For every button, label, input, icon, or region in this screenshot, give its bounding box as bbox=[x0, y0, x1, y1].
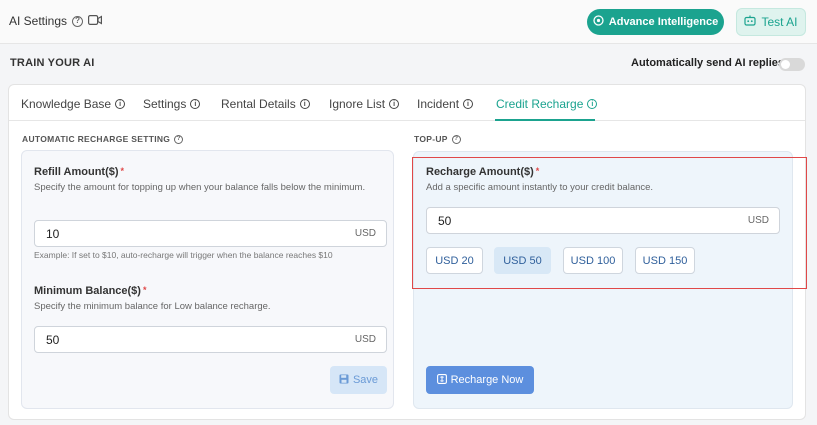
page-title-group: AI Settings ? bbox=[9, 14, 103, 28]
top-bar: AI Settings ? Advance Intelligence Test … bbox=[0, 0, 817, 44]
tab-settings[interactable]: Settings i bbox=[143, 97, 201, 111]
recharge-now-button[interactable]: Recharge Now bbox=[426, 366, 534, 394]
preset-label: USD 50 bbox=[503, 254, 542, 267]
topup-section-title: TOP-UP ? bbox=[414, 134, 461, 144]
minimum-balance-label: Minimum Balance($) * bbox=[34, 285, 146, 297]
tab-label: Credit Recharge bbox=[496, 97, 584, 111]
info-icon: i bbox=[389, 99, 400, 109]
required-marker: * bbox=[120, 166, 125, 176]
preset-label: USD 100 bbox=[570, 254, 616, 267]
tab-label: Rental Details bbox=[221, 97, 296, 111]
required-marker: * bbox=[535, 166, 540, 176]
tab-label: Ignore List bbox=[329, 97, 386, 111]
tab-credit-recharge[interactable]: Credit Recharge i bbox=[496, 97, 598, 111]
toggle-knob bbox=[781, 60, 790, 69]
save-label: Save bbox=[352, 374, 379, 386]
preset-usd-20-button[interactable]: USD 20 bbox=[426, 247, 483, 274]
tab-bar: Knowledge Base i Settings i Rental Details… bbox=[9, 85, 805, 121]
info-icon: i bbox=[587, 99, 598, 109]
video-icon[interactable] bbox=[88, 14, 103, 28]
tab-label: Settings bbox=[143, 97, 187, 111]
recharge-amount-description: Add a specific amount instantly to your … bbox=[426, 182, 654, 193]
preset-label: USD 20 bbox=[435, 254, 474, 267]
refill-amount-description: Specify the amount for topping up when y… bbox=[34, 182, 366, 193]
tab-label: Knowledge Base bbox=[21, 97, 112, 111]
preset-usd-150-button[interactable]: USD 150 bbox=[635, 247, 695, 274]
tab-incident[interactable]: Incident i bbox=[417, 97, 474, 111]
refill-amount-hint: Example: If set to $10, auto-recharge wi… bbox=[34, 250, 333, 260]
refill-amount-value: 10 bbox=[46, 227, 60, 241]
tab-label: Incident bbox=[417, 97, 460, 111]
section-title-text: TOP-UP bbox=[414, 134, 448, 144]
help-icon[interactable]: ? bbox=[174, 134, 184, 144]
tab-ignore-list[interactable]: Ignore List i bbox=[329, 97, 400, 111]
info-icon: i bbox=[299, 99, 310, 109]
minimum-balance-label-text: Minimum Balance($) bbox=[34, 285, 141, 297]
refill-amount-input[interactable]: 10 USD bbox=[34, 220, 387, 247]
refill-amount-label: Refill Amount($) * bbox=[34, 166, 124, 178]
recharge-amount-value: 50 bbox=[438, 214, 452, 228]
help-icon[interactable]: ? bbox=[72, 15, 84, 27]
minimum-balance-unit: USD bbox=[354, 334, 376, 345]
preset-label: USD 150 bbox=[642, 254, 688, 267]
section-heading: TRAIN YOUR AI bbox=[10, 57, 95, 69]
info-icon: i bbox=[190, 99, 201, 109]
auto-reply-label: Automatically send AI replies bbox=[631, 57, 785, 69]
preset-usd-100-button[interactable]: USD 100 bbox=[563, 247, 623, 274]
auto-reply-toggle[interactable] bbox=[779, 58, 805, 71]
preset-usd-50-button[interactable]: USD 50 bbox=[494, 247, 551, 274]
save-button[interactable]: Save bbox=[330, 366, 387, 394]
tab-rental-details[interactable]: Rental Details i bbox=[221, 97, 310, 111]
tab-knowledge-base[interactable]: Knowledge Base i bbox=[21, 97, 126, 111]
save-icon bbox=[339, 374, 349, 387]
robot-icon bbox=[744, 15, 757, 29]
active-tab-indicator bbox=[495, 119, 595, 121]
info-icon: i bbox=[115, 99, 126, 109]
minimum-balance-value: 50 bbox=[46, 333, 60, 347]
section-title-text: AUTOMATIC RECHARGE SETTING bbox=[22, 134, 171, 144]
refill-amount-unit: USD bbox=[354, 228, 376, 239]
refill-amount-label-text: Refill Amount($) bbox=[34, 166, 119, 178]
advance-intelligence-button[interactable]: Advance Intelligence bbox=[587, 9, 724, 35]
test-ai-button[interactable]: Test AI bbox=[736, 8, 806, 36]
recharge-icon bbox=[436, 373, 447, 387]
required-marker: * bbox=[142, 285, 147, 295]
recharge-amount-input[interactable]: 50 USD bbox=[426, 207, 780, 234]
auto-recharge-section-title: AUTOMATIC RECHARGE SETTING ? bbox=[22, 134, 184, 144]
recharge-now-label: Recharge Now bbox=[450, 374, 524, 386]
recharge-amount-label: Recharge Amount($) * bbox=[426, 166, 539, 178]
recharge-amount-unit: USD bbox=[747, 215, 769, 226]
brain-icon bbox=[593, 15, 604, 29]
minimum-balance-description: Specify the minimum balance for Low bala… bbox=[34, 301, 271, 312]
test-ai-label: Test AI bbox=[761, 15, 798, 29]
advance-intelligence-label: Advance Intelligence bbox=[608, 16, 719, 28]
page-title: AI Settings bbox=[9, 14, 68, 28]
minimum-balance-input[interactable]: 50 USD bbox=[34, 326, 387, 353]
recharge-amount-label-text: Recharge Amount($) bbox=[426, 166, 534, 178]
info-icon: i bbox=[463, 99, 474, 109]
help-icon[interactable]: ? bbox=[451, 134, 461, 144]
